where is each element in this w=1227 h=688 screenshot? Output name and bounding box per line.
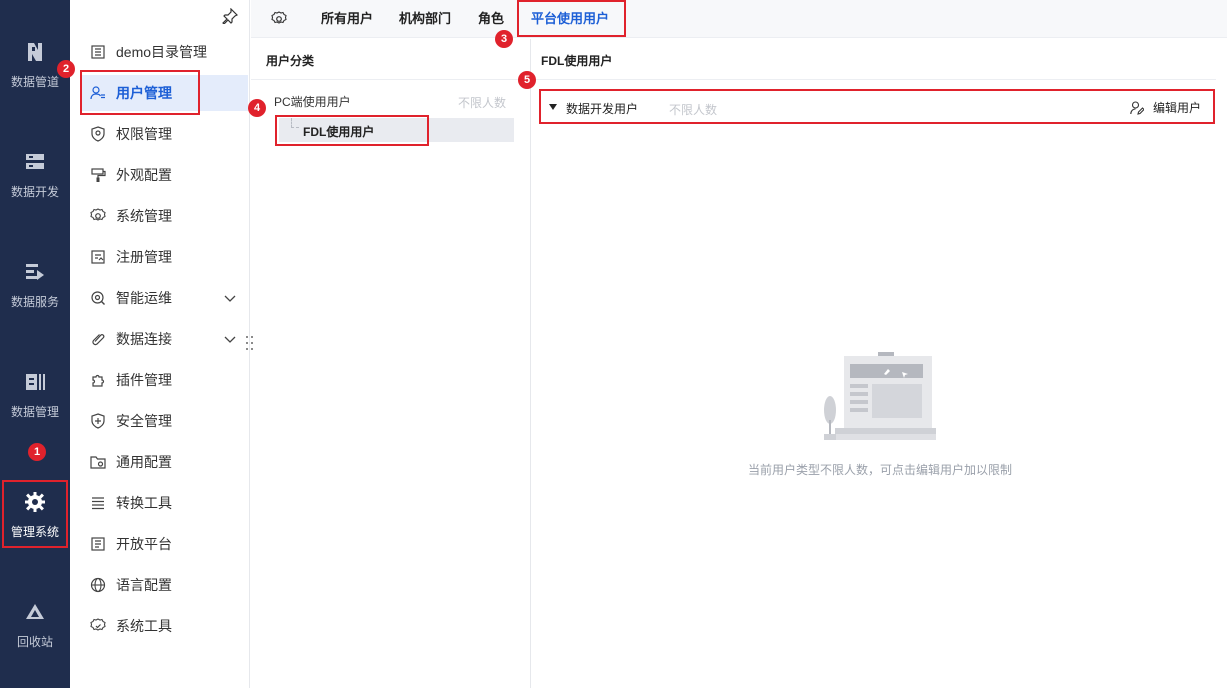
edit-user-label: 编辑用户 [1152, 101, 1201, 115]
tree-node-limit: 不限人数 [457, 96, 506, 110]
user-type-row[interactable]: 数据开发用户 不限人数 编辑用户 [539, 89, 1215, 124]
list-icon [92, 497, 104, 510]
menu-item-plugin[interactable]: 插件管理 [80, 362, 248, 398]
menu-item-convert[interactable]: 转换工具 [80, 485, 248, 521]
empty-state-text: 当前用户类型不限人数，可点击编辑用户加以限制 [747, 463, 1012, 477]
menu-label: demo目录管理 [116, 44, 208, 60]
rail-label: 数据开发 [10, 184, 59, 199]
service-icon [26, 263, 44, 280]
tool-icon [90, 618, 106, 631]
menu-item-appearance[interactable]: 外观配置 [80, 157, 248, 193]
brush-icon [91, 168, 106, 182]
highlight-box [517, 0, 626, 37]
pipeline-icon [28, 42, 42, 61]
detail-title: FDL使用用户 [541, 54, 613, 68]
rail-label: 数据服务 [10, 294, 59, 309]
chevron-down-icon[interactable] [224, 333, 236, 345]
step-badge: 5 [518, 71, 536, 89]
menu-label: 转换工具 [116, 495, 172, 511]
catalog-icon [91, 45, 105, 59]
caret-down-icon[interactable] [549, 104, 557, 110]
rail-label: 数据管理 [10, 404, 59, 419]
doc-icon [91, 537, 105, 551]
gear-icon [90, 208, 106, 221]
dev-icon [26, 153, 44, 169]
highlight-box [80, 70, 200, 115]
security-icon [91, 413, 105, 429]
menu-item-security[interactable]: 安全管理 [80, 403, 248, 439]
step-badge: 3 [495, 30, 513, 48]
rail-item-service[interactable]: 数据服务 [0, 240, 70, 330]
empty-state-illustration [824, 352, 936, 440]
rail-item-recycle[interactable]: 回收站 [0, 580, 70, 670]
left-rail: 数据管道 数据开发 数据服务 数据管理 管理系统 回收站 [0, 0, 70, 688]
chevron-down-icon[interactable] [224, 292, 236, 304]
step-badge: 2 [57, 60, 75, 78]
menu-item-ops[interactable]: 智能运维 [80, 280, 248, 316]
menu-label: 系统管理 [116, 208, 172, 224]
edit-user-icon [1130, 100, 1144, 115]
gear-icon[interactable] [271, 11, 287, 27]
edit-user-button[interactable]: 编辑用户 [1130, 99, 1201, 116]
menu-label: 通用配置 [116, 454, 172, 470]
highlight-box [275, 115, 429, 146]
user-type-limit: 不限人数 [669, 103, 718, 117]
menu-item-register[interactable]: 注册管理 [80, 239, 248, 275]
rail-label: 数据管道 [10, 74, 59, 89]
user-type-name: 数据开发用户 [566, 102, 639, 116]
ops-icon [91, 291, 105, 305]
menu-item-catalog[interactable]: demo目录管理 [80, 34, 248, 70]
recycle-icon [26, 603, 44, 619]
data-manage-icon [26, 373, 45, 390]
folder-gear-icon [90, 456, 106, 469]
menu-item-system[interactable]: 系统管理 [80, 198, 248, 234]
menu-label: 插件管理 [116, 372, 172, 388]
menu-label: 外观配置 [116, 167, 172, 183]
pin-icon[interactable] [222, 8, 238, 24]
tab-all-users[interactable]: 所有用户 [321, 0, 373, 38]
link-icon [92, 334, 105, 346]
menu-label: 注册管理 [116, 249, 172, 265]
menu-label: 智能运维 [116, 290, 172, 306]
step-badge: 1 [28, 443, 46, 461]
divider [251, 79, 530, 80]
menu-label: 权限管理 [116, 126, 172, 142]
tab-bar: 所有用户 机构部门 角色 平台使用用户 [251, 0, 1227, 38]
menu-item-permission[interactable]: 权限管理 [80, 116, 248, 152]
menu-item-language[interactable]: 语言配置 [80, 567, 248, 603]
globe-icon [90, 577, 106, 593]
rail-item-data-manage[interactable]: 数据管理 [0, 350, 70, 440]
menu-item-connection[interactable]: 数据连接 [80, 321, 248, 357]
menu-label: 开放平台 [116, 536, 172, 552]
panel-title: 用户分类 [266, 54, 315, 68]
register-icon [91, 250, 105, 264]
menu-label: 系统工具 [116, 618, 172, 634]
menu-label: 安全管理 [116, 413, 172, 429]
shield-icon [91, 126, 105, 142]
menu-item-general[interactable]: 通用配置 [80, 444, 248, 480]
divider [536, 79, 1216, 80]
menu-item-open-platform[interactable]: 开放平台 [80, 526, 248, 562]
step-badge: 4 [248, 99, 266, 117]
puzzle-icon [92, 374, 105, 387]
tree-node-pc-users[interactable]: PC端使用用户 [274, 93, 351, 110]
menu-item-tools[interactable]: 系统工具 [80, 608, 248, 644]
highlight-box [2, 480, 68, 548]
rail-label: 回收站 [16, 634, 53, 649]
tab-departments[interactable]: 机构部门 [399, 0, 451, 38]
menu-label: 数据连接 [116, 331, 172, 347]
rail-item-dev[interactable]: 数据开发 [0, 130, 70, 220]
menu-label: 语言配置 [116, 577, 172, 593]
